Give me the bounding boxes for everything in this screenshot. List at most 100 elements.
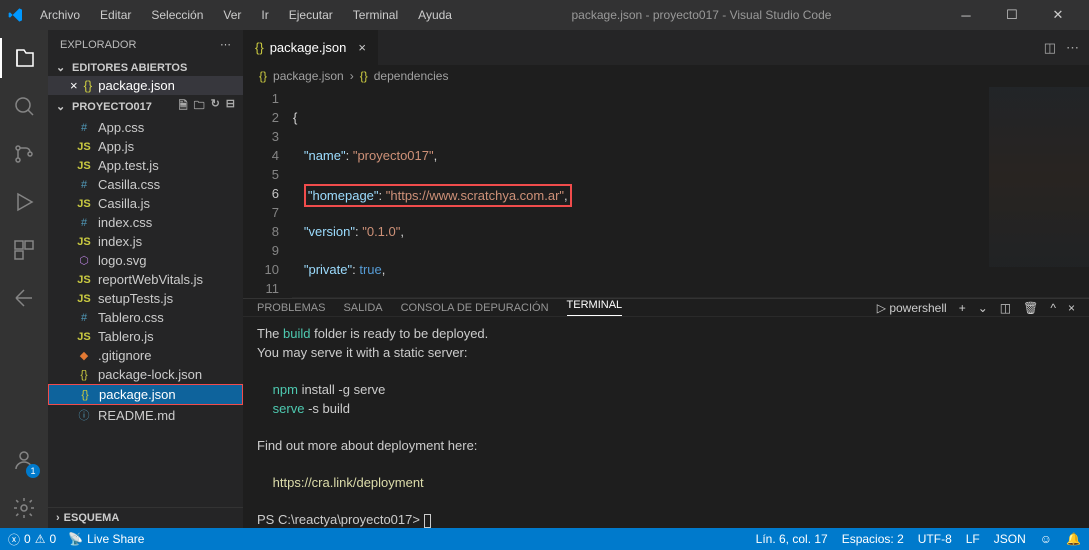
code-editor[interactable]: 1234567891011 { "name": "proyecto017", "… [243, 87, 1089, 298]
menu-selección[interactable]: Selección [143, 4, 211, 26]
close-icon[interactable]: × [70, 78, 78, 93]
menu-terminal[interactable]: Terminal [345, 4, 406, 26]
file-README-md[interactable]: ⓘ README.md [48, 405, 243, 425]
file-icon: # [76, 122, 92, 134]
tab-salida[interactable]: SALIDA [343, 302, 382, 314]
chevron-down-icon: ⌄ [56, 100, 68, 113]
status-bell-icon[interactable]: 🔔 [1066, 532, 1081, 546]
file-logo-svg[interactable]: ⬡logo.svg [48, 251, 243, 270]
file-Casilla-css[interactable]: #Casilla.css [48, 175, 243, 194]
minimize-button[interactable]: ─ [943, 0, 989, 30]
status-encoding[interactable]: UTF-8 [918, 532, 952, 546]
menu-archivo[interactable]: Archivo [32, 4, 88, 26]
tab-package-json[interactable]: {} package.json × [243, 30, 379, 65]
menu-editar[interactable]: Editar [92, 4, 139, 26]
maximize-panel-icon[interactable]: ^ [1050, 301, 1056, 315]
explorer-icon[interactable] [0, 38, 48, 78]
file-package-lock-json[interactable]: {}package-lock.json [48, 365, 243, 384]
shell-indicator[interactable]: ▷ powershell [877, 301, 947, 315]
tab-terminal[interactable]: TERMINAL [567, 299, 623, 316]
minimap[interactable] [989, 87, 1089, 267]
status-position[interactable]: Lín. 6, col. 17 [756, 532, 828, 546]
split-terminal-icon[interactable]: ◫ [1000, 301, 1011, 315]
status-errors[interactable]: ⓧ 0 ⚠ 0 [8, 531, 56, 548]
file-label: reportWebVitals.js [98, 272, 203, 287]
file-Tablero-css[interactable]: #Tablero.css [48, 308, 243, 327]
chevron-down-icon[interactable]: ⌄ [978, 301, 988, 315]
run-debug-icon[interactable] [0, 182, 48, 222]
menu-ejecutar[interactable]: Ejecutar [281, 4, 341, 26]
file-icon: {} [76, 369, 92, 381]
new-terminal-icon[interactable]: + [959, 301, 966, 315]
extensions-icon[interactable] [0, 230, 48, 270]
project-header[interactable]: ⌄ PROYECTO017 🗎 🗀 ↻ ⊟ [48, 95, 243, 118]
new-folder-icon[interactable]: 🗀 [194, 97, 205, 116]
new-file-icon[interactable]: 🗎 [179, 97, 188, 116]
file-icon: ⓘ [76, 407, 92, 423]
schema-header[interactable]: › ESQUEMA [48, 507, 243, 528]
maximize-button[interactable]: ☐ [989, 0, 1035, 30]
refresh-icon[interactable]: ↻ [211, 97, 220, 116]
split-editor-icon[interactable]: ◫ [1044, 40, 1056, 56]
file-reportWebVitals-js[interactable]: JS reportWebVitals.js [48, 270, 243, 289]
main-menu: ArchivoEditarSelecciónVerIrEjecutarTermi… [32, 4, 460, 26]
file-Casilla-js[interactable]: JSCasilla.js [48, 194, 243, 213]
collapse-icon[interactable]: ⊟ [226, 97, 235, 116]
code-body[interactable]: { "name": "proyecto017", "homepage": "ht… [293, 87, 1089, 298]
file-label: README.md [98, 408, 175, 423]
settings-gear-icon[interactable] [0, 488, 48, 528]
file-icon: JS [76, 236, 92, 248]
file-index-js[interactable]: JS index.js [48, 232, 243, 251]
file-label: Casilla.js [98, 196, 150, 211]
status-liveshare[interactable]: 📡 Live Share [68, 532, 144, 546]
close-button[interactable]: ✕ [1035, 0, 1081, 30]
file-icon: # [76, 179, 92, 191]
search-icon[interactable] [0, 86, 48, 126]
file-label: Tablero.css [98, 310, 164, 325]
file-icon: JS [76, 141, 92, 153]
file-icon: JS [76, 331, 92, 343]
file-label: index.js [98, 234, 142, 249]
open-editor-item[interactable]: × {} package.json [48, 76, 243, 95]
status-feedback-icon[interactable]: ☺ [1040, 532, 1052, 546]
file-App-css[interactable]: #App.css [48, 118, 243, 137]
tab-problemas[interactable]: PROBLEMAS [257, 302, 325, 314]
tab-consola[interactable]: CONSOLA DE DEPURACIÓN [401, 302, 549, 314]
file-package-json[interactable]: {}package.json [48, 384, 243, 405]
file-App-js[interactable]: JSApp.js [48, 137, 243, 156]
file-App-test-js[interactable]: JSApp.test.js [48, 156, 243, 175]
file-icon: ◆ [76, 349, 92, 362]
more-icon[interactable]: ⋯ [220, 38, 231, 51]
menu-ver[interactable]: Ver [215, 4, 249, 26]
source-control-icon[interactable] [0, 134, 48, 174]
editor-area: {} package.json × ◫ ⋯ {} package.json › … [243, 30, 1089, 528]
status-spaces[interactable]: Espacios: 2 [842, 532, 904, 546]
file-index-css[interactable]: #index.css [48, 213, 243, 232]
bottom-panel: PROBLEMAS SALIDA CONSOLA DE DEPURACIÓN T… [243, 298, 1089, 528]
status-eol[interactable]: LF [966, 532, 980, 546]
breadcrumb[interactable]: {} package.json › {} dependencies [243, 65, 1089, 87]
menu-ayuda[interactable]: Ayuda [410, 4, 460, 26]
json-icon: {} [360, 69, 368, 83]
close-icon[interactable]: × [358, 40, 366, 55]
file--gitignore[interactable]: ◆ .gitignore [48, 346, 243, 365]
file-label: .gitignore [98, 348, 151, 363]
file-icon: JS [76, 274, 92, 286]
account-icon[interactable]: 1 [0, 440, 48, 480]
trash-icon[interactable]: 🗑 [1023, 301, 1038, 315]
file-setupTests-js[interactable]: JSsetupTests.js [48, 289, 243, 308]
window-controls: ─ ☐ ✕ [943, 0, 1081, 30]
json-icon: {} [84, 78, 93, 93]
status-language[interactable]: JSON [994, 532, 1026, 546]
json-icon: {} [259, 69, 267, 83]
more-icon[interactable]: ⋯ [1066, 40, 1079, 56]
file-Tablero-js[interactable]: JSTablero.js [48, 327, 243, 346]
terminal-output[interactable]: The build folder is ready to be deployed… [243, 317, 1089, 528]
close-panel-icon[interactable]: × [1068, 301, 1075, 315]
editor-tabs: {} package.json × ◫ ⋯ [243, 30, 1089, 65]
menu-ir[interactable]: Ir [253, 4, 276, 26]
file-tree: #App.cssJSApp.jsJSApp.test.js#Casilla.cs… [48, 118, 243, 507]
open-editors-header[interactable]: ⌄ EDITORES ABIERTOS [48, 59, 243, 76]
share-icon[interactable] [0, 278, 48, 318]
file-label: setupTests.js [98, 291, 173, 306]
